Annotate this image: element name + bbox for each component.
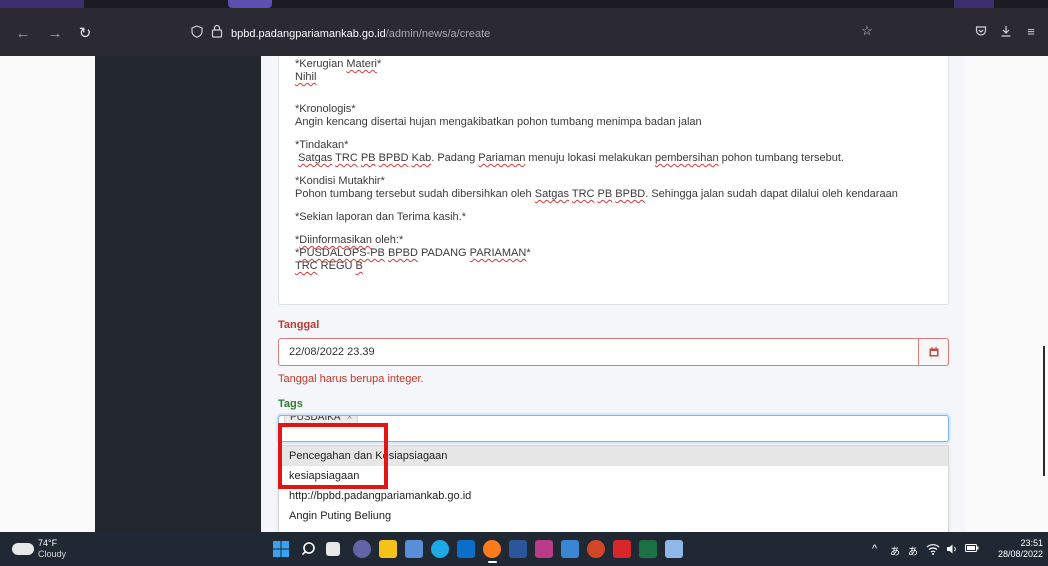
shield-icon[interactable] — [188, 22, 206, 40]
browser-tab[interactable] — [954, 0, 994, 8]
tanggal-error: Tanggal harus berupa integer. — [278, 373, 424, 385]
page-margin-left — [0, 56, 95, 532]
editor-line: *Kronologis* — [295, 103, 356, 115]
editor-line: *Kondisi Mutakhir* — [295, 175, 385, 187]
firefox-icon[interactable] — [483, 540, 501, 558]
back-icon[interactable]: ← — [12, 22, 34, 44]
editor-line: Satgas TRC PB BPBD Kab. Padang Pariaman … — [298, 152, 844, 164]
editor-line: *Sekian laporan dan Terima kasih.* — [295, 211, 467, 223]
pocket-icon[interactable] — [972, 22, 990, 40]
wifi-icon[interactable] — [926, 543, 940, 558]
page-margin-right — [965, 56, 1048, 532]
news-body-editor[interactable]: *Kerugian Materi* Nihil *Kronologis* Ang… — [278, 56, 949, 305]
weather-temp[interactable]: 74°F — [38, 538, 57, 548]
language-icon[interactable]: あ — [890, 543, 900, 558]
editor-line: TRC REGU B — [295, 260, 363, 272]
tags-suggestion-list: Pencegahan dan Kesiapsiagaan kesiapsiaga… — [278, 445, 949, 533]
url-host: bpbd.padangpariamankab.go.id — [231, 28, 386, 40]
edge-icon[interactable] — [431, 540, 449, 558]
acrobat-icon[interactable] — [613, 540, 631, 558]
suggestion-item[interactable]: kesiapsiagaan — [279, 466, 948, 486]
chevron-up-icon[interactable]: ^ — [872, 543, 877, 555]
taskbar: 74°F Cloudy ^ あ あ 23:51 28/08/2022 — [0, 532, 1048, 566]
image-viewer-icon[interactable] — [561, 540, 579, 558]
tags-label: Tags — [278, 398, 303, 410]
store-icon[interactable] — [457, 540, 475, 558]
editor-line: *PUSDALOPS-PB BPBD PADANG PARIAMAN* — [295, 247, 531, 259]
editor-line: Angin kencang disertai hujan mengakibatk… — [295, 116, 702, 128]
lock-icon[interactable] — [208, 22, 226, 40]
download-icon[interactable] — [997, 22, 1015, 40]
calendar-icon[interactable] — [918, 338, 949, 366]
menu-icon[interactable]: ≡ — [1022, 22, 1040, 40]
editor-line: Pohon tumbang tersebut sudah dibersihkan… — [295, 188, 898, 200]
tag-chip[interactable]: PUSDAIKA × — [284, 415, 359, 425]
tag-chip-label: PUSDAIKA — [290, 415, 341, 423]
suggestion-item[interactable]: Pencegahan dan Kesiapsiagaan — [279, 446, 948, 466]
windows-start-icon[interactable] — [272, 540, 290, 558]
editor-line: Nihil — [295, 71, 317, 83]
volume-icon[interactable] — [946, 543, 958, 558]
task-view-icon[interactable] — [326, 542, 340, 556]
clock-date[interactable]: 28/08/2022 — [986, 549, 1043, 559]
tags-input[interactable]: PUSDAIKA × — [278, 415, 949, 442]
suggestion-item[interactable]: Angin Puting Beliung — [279, 506, 948, 526]
weather-condition[interactable]: Cloudy — [38, 549, 66, 559]
cloud-icon[interactable] — [12, 543, 34, 555]
suggestion-item[interactable]: http://bpbd.padangpariamankab.go.id — [279, 486, 948, 506]
editor-line: *Kerugian Materi* — [295, 58, 382, 70]
clock-time[interactable]: 23:51 — [1013, 538, 1043, 548]
winrar-icon[interactable] — [535, 540, 553, 558]
excel-icon[interactable] — [639, 540, 657, 558]
editor-line: *Diinformasikan oleh:* — [295, 234, 404, 246]
scrollbar[interactable] — [1043, 346, 1045, 476]
editor-line: *Tindakan* — [295, 139, 349, 151]
url-path: /admin/news/a/create — [385, 28, 491, 40]
tanggal-label: Tanggal — [278, 319, 320, 331]
admin-sidebar — [95, 56, 261, 532]
teams-chat-icon[interactable] — [353, 540, 371, 558]
reload-icon[interactable]: ↻ — [74, 22, 96, 44]
forward-icon[interactable]: → — [44, 22, 66, 44]
browser-toolbar: ← → ↻ bpbd.padangpariamankab.go.id/admin… — [0, 8, 1048, 56]
file-explorer-icon[interactable] — [379, 540, 397, 558]
browser-tab-active[interactable] — [228, 0, 272, 8]
star-icon[interactable]: ☆ — [858, 22, 876, 40]
remove-tag-icon[interactable]: × — [347, 416, 353, 423]
running-indicator — [488, 561, 497, 563]
search-icon[interactable] — [301, 540, 319, 558]
ime-icon[interactable]: あ — [908, 543, 918, 558]
browser-tab[interactable] — [0, 0, 84, 8]
word-icon[interactable] — [509, 540, 527, 558]
photos-icon[interactable] — [405, 540, 423, 558]
tab-strip — [0, 0, 1048, 8]
tanggal-input[interactable]: 22/08/2022 23.39 — [278, 338, 949, 366]
snipping-tool-icon[interactable] — [665, 540, 683, 558]
battery-icon[interactable] — [965, 543, 979, 556]
address-bar[interactable]: bpbd.padangpariamankab.go.id/admin/news/… — [231, 22, 931, 46]
powerpoint-icon[interactable] — [587, 540, 605, 558]
